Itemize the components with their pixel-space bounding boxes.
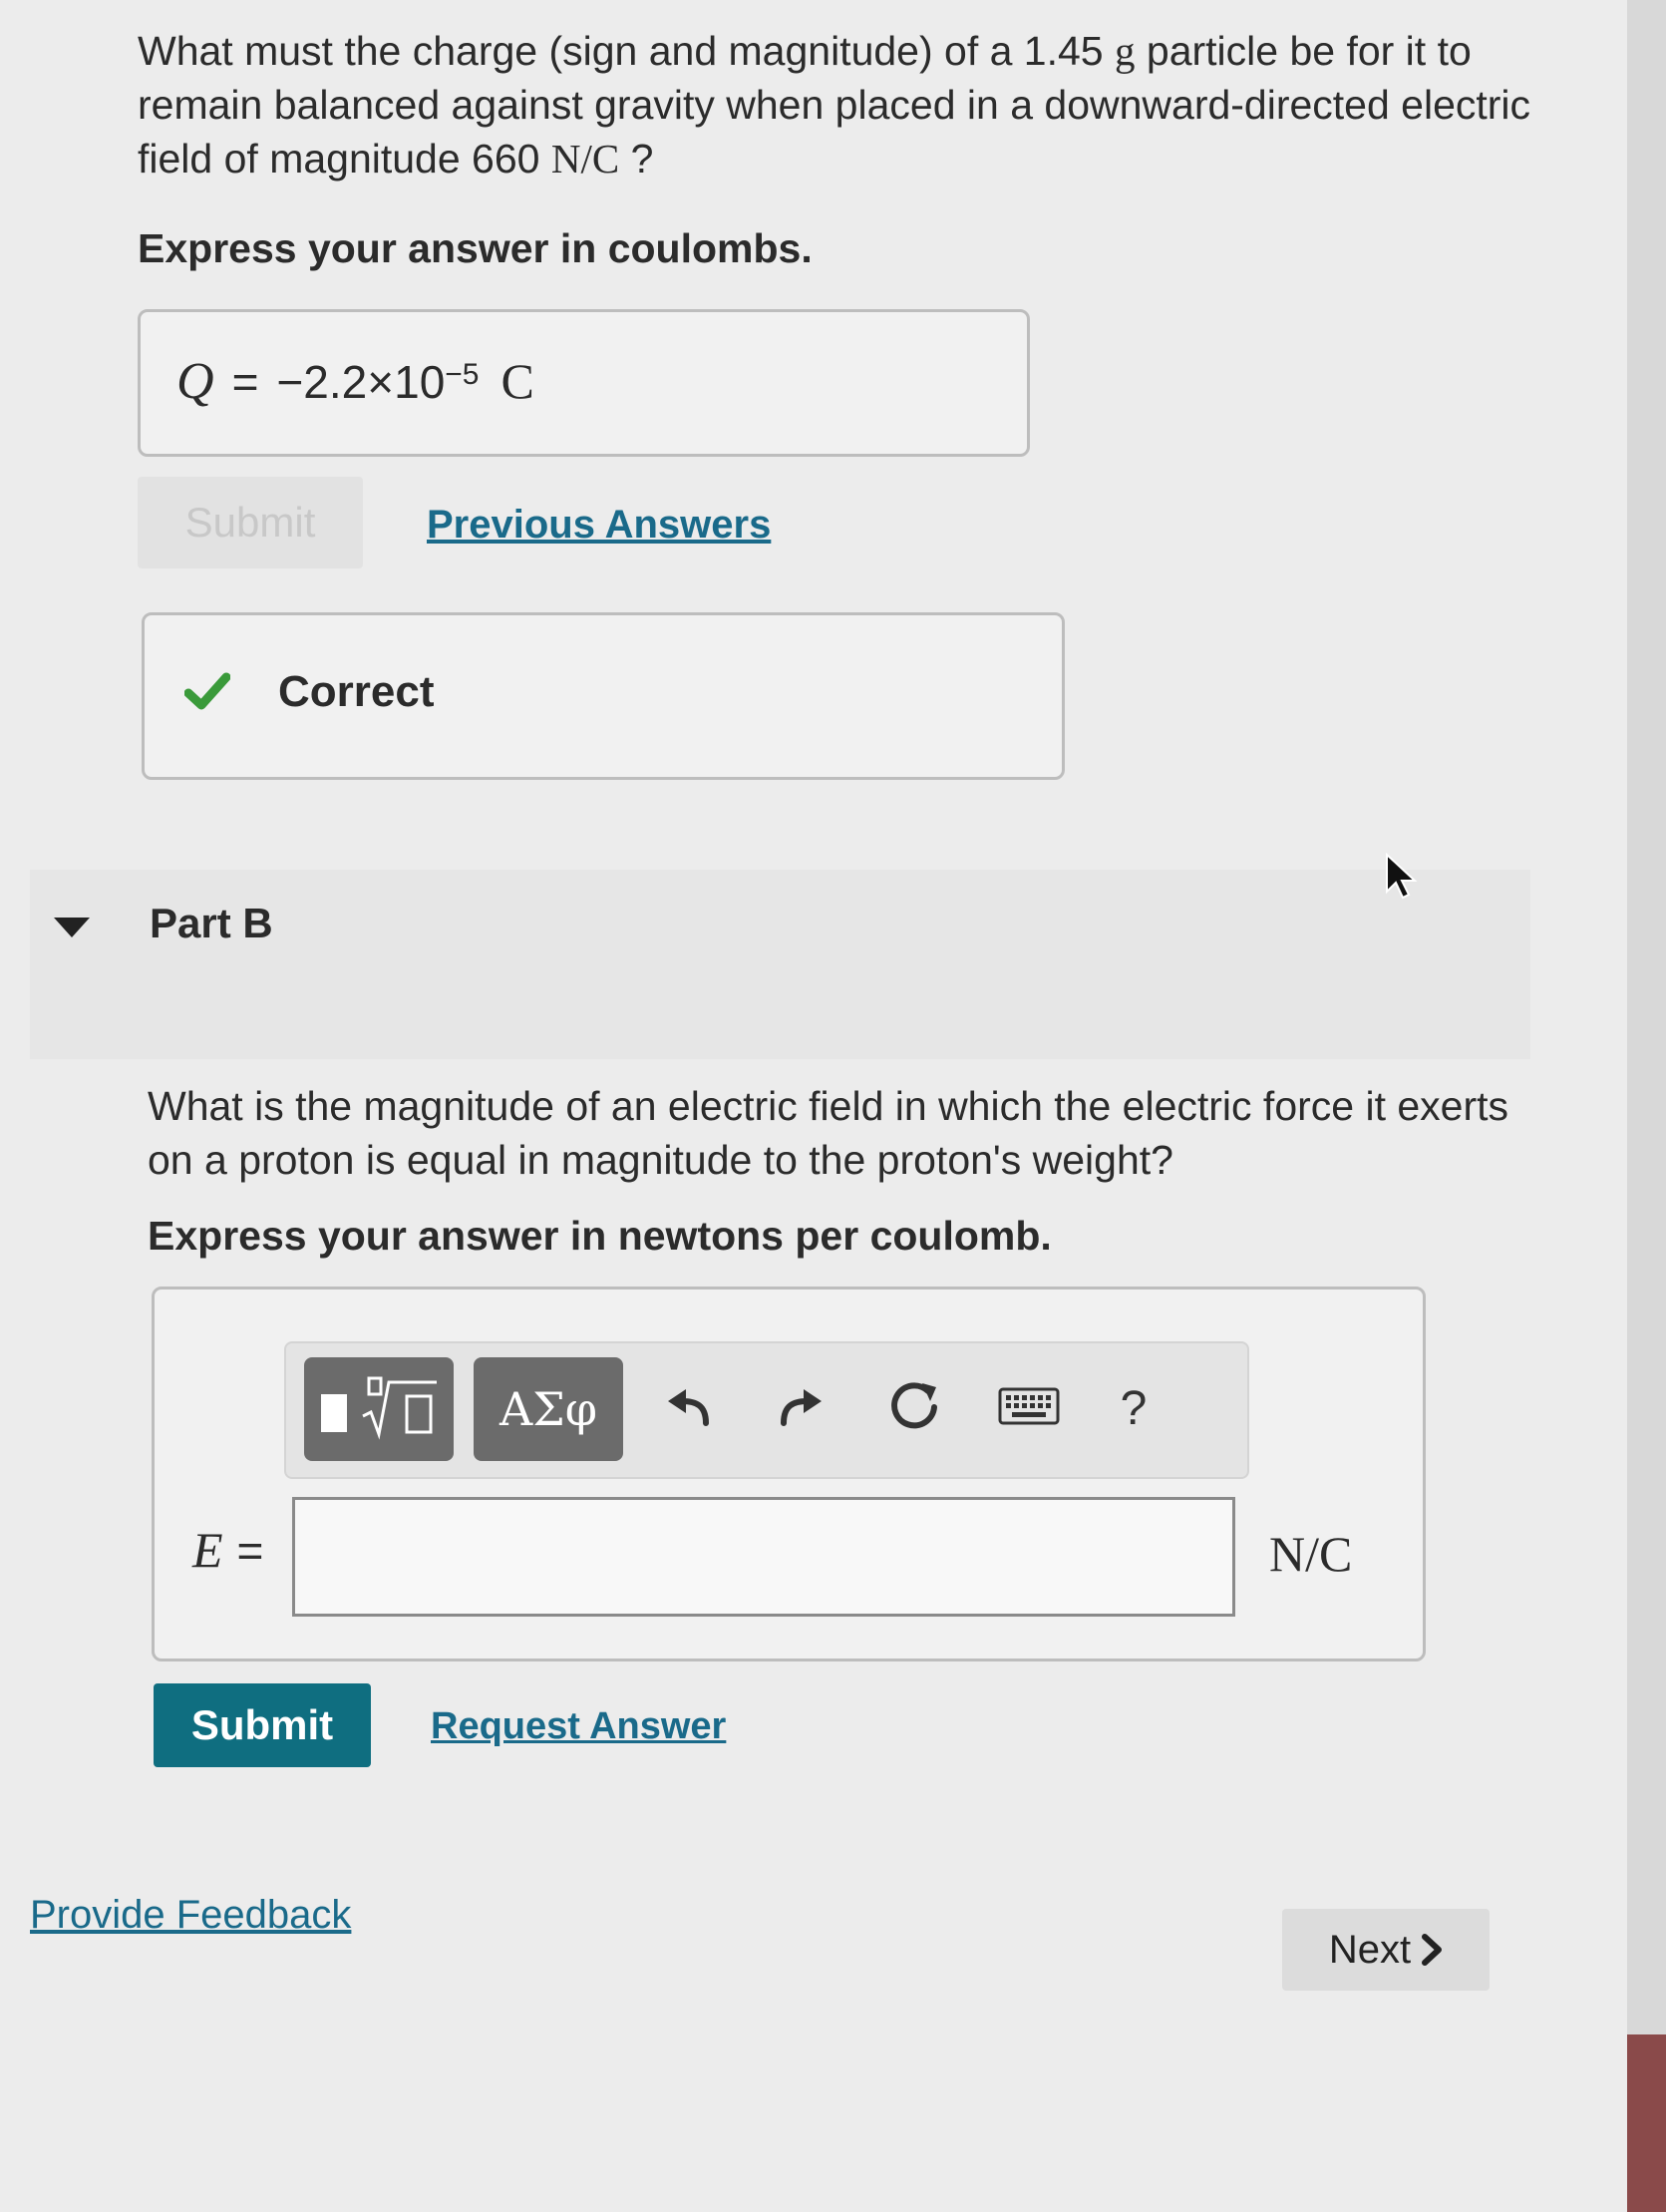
- answer-variable-q: Q: [176, 353, 214, 410]
- correct-label: Correct: [278, 667, 435, 716]
- previous-answers-link[interactable]: Previous Answers: [427, 503, 771, 548]
- part-a-answer-box: Q = −2.2×10 −5 C: [138, 309, 1030, 457]
- part-b-question: What is the magnitude of an electric fie…: [148, 1083, 1509, 1183]
- part-b-answer-unit: N/C: [1269, 1526, 1353, 1582]
- templates-icon: [317, 1372, 441, 1447]
- undo-icon: [666, 1385, 714, 1434]
- request-answer-link[interactable]: Request Answer: [431, 1705, 726, 1748]
- part-b-title: Part B: [150, 900, 273, 946]
- reset-icon: [888, 1379, 942, 1438]
- part-b-instruction: Express your answer in newtons per coulo…: [148, 1213, 1052, 1259]
- provide-feedback-link[interactable]: Provide Feedback: [30, 1893, 351, 1938]
- part-a-question: What must the charge (sign and magnitude…: [138, 24, 1553, 185]
- redo-icon: [776, 1385, 824, 1434]
- math-toolbar: ΑΣφ ?: [284, 1341, 1249, 1479]
- correct-feedback-box: Correct: [142, 612, 1065, 780]
- next-button[interactable]: Next: [1282, 1909, 1490, 1991]
- part-b-answer-input[interactable]: [292, 1497, 1235, 1617]
- question-text-1: What must the charge (sign and magnitude…: [138, 28, 1115, 74]
- undo-button[interactable]: [655, 1377, 725, 1441]
- unit-nc: N/C: [550, 136, 620, 182]
- help-button[interactable]: ?: [1104, 1373, 1164, 1443]
- part-b-answer-label: E =: [192, 1521, 263, 1579]
- submit-label: Submit: [190, 1701, 334, 1748]
- part-a-instruction: Express your answer in coulombs.: [138, 225, 813, 271]
- chevron-right-icon: [1421, 1933, 1443, 1967]
- collapse-triangle-icon[interactable]: [54, 918, 90, 944]
- answer-mantissa: −2.2×10: [276, 356, 446, 408]
- greek-label: ΑΣφ: [500, 1382, 597, 1436]
- part-a-submit-button[interactable]: Submit: [138, 477, 363, 568]
- answer-unit-c: C: [500, 353, 534, 409]
- screen-edge-top: [1627, 0, 1666, 2034]
- keyboard-icon: [998, 1387, 1060, 1430]
- equals-sign: =: [236, 1525, 264, 1577]
- answer-exponent: −5: [445, 358, 480, 391]
- checkmark-icon: [183, 671, 231, 716]
- templates-button[interactable]: [304, 1357, 454, 1461]
- answer-variable-e: E: [192, 1522, 223, 1578]
- question-text-3: ?: [619, 136, 654, 182]
- part-b-submit-button[interactable]: Submit: [154, 1683, 371, 1767]
- unit-g: g: [1115, 28, 1136, 74]
- greek-symbols-button[interactable]: ΑΣφ: [474, 1357, 623, 1461]
- submit-label: Submit: [184, 499, 316, 546]
- next-label: Next: [1328, 1927, 1412, 1972]
- help-label: ?: [1120, 1381, 1148, 1435]
- reset-button[interactable]: [880, 1373, 950, 1443]
- part-a-answer-expression: Q = −2.2×10 −5 C: [176, 352, 534, 411]
- redo-button[interactable]: [765, 1377, 834, 1441]
- keyboard-button[interactable]: [992, 1383, 1066, 1433]
- part-b-header[interactable]: Part B: [30, 870, 1530, 1059]
- mouse-cursor-icon: [1384, 852, 1418, 905]
- part-b-answer-box: ΑΣφ ? E = N/C: [152, 1287, 1426, 1661]
- screen-edge: [1627, 2034, 1666, 2212]
- equals-sign: =: [231, 356, 259, 408]
